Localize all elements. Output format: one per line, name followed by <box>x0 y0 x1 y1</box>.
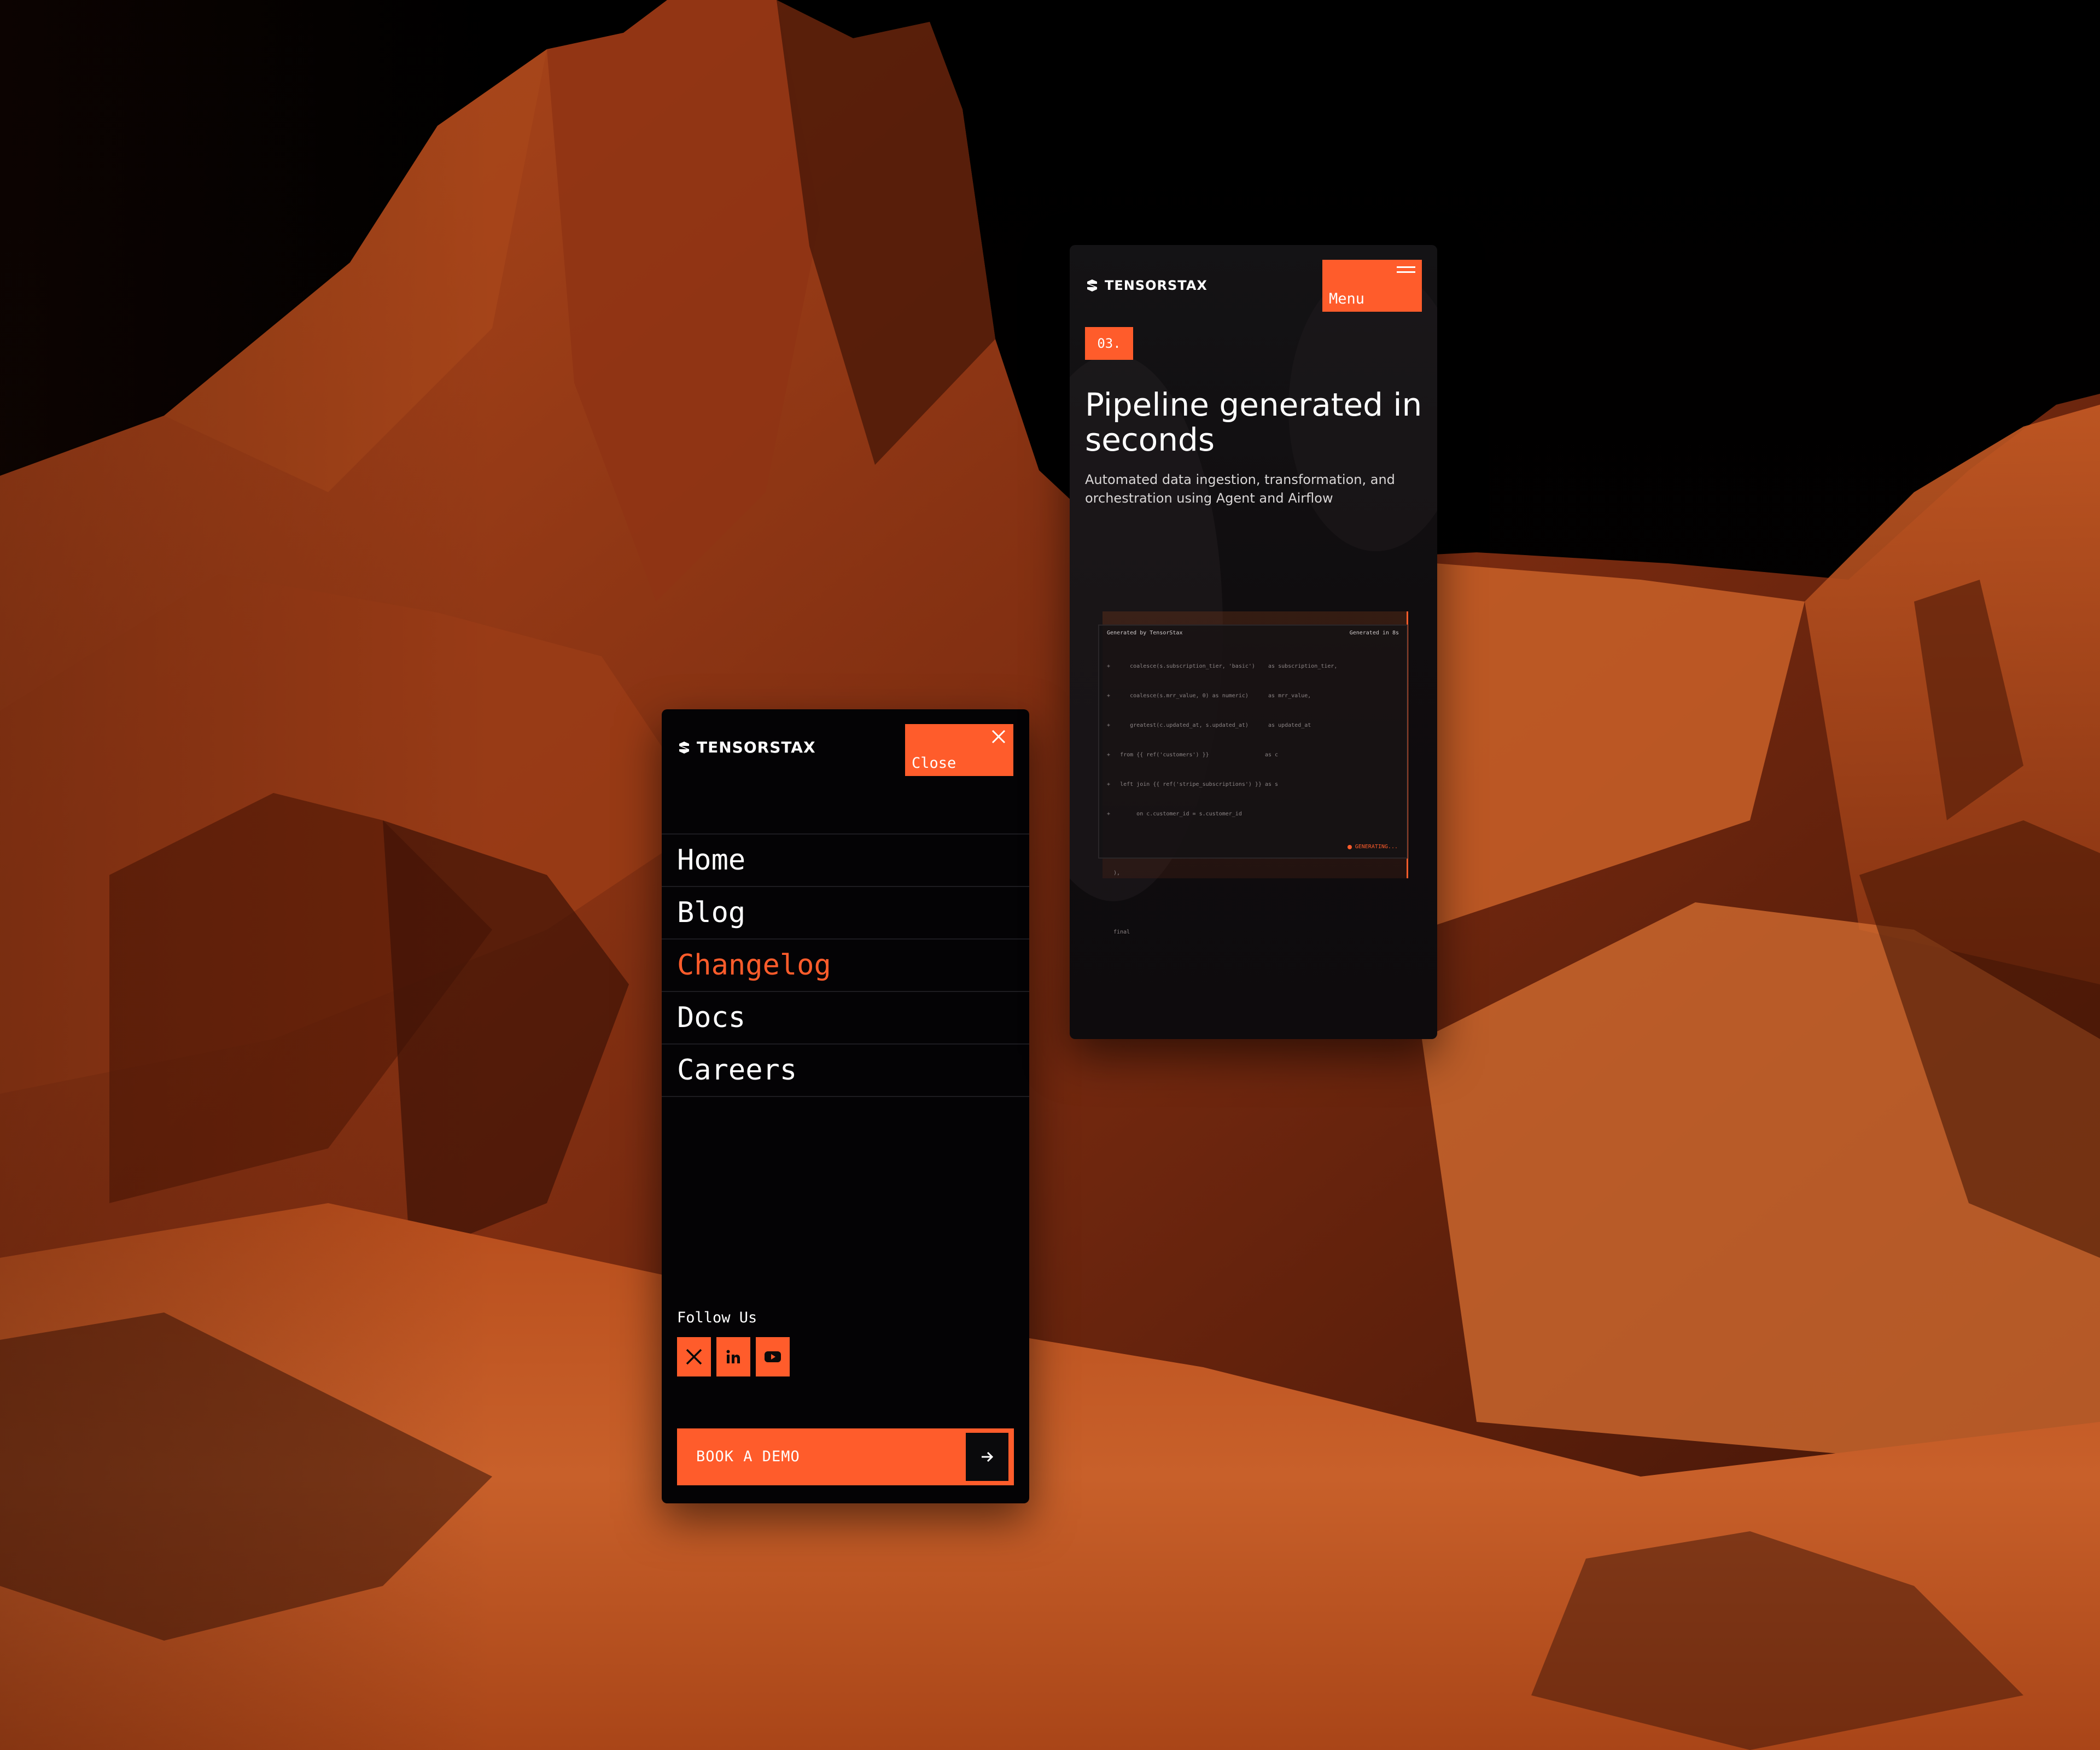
code-card-duration: Generated in 8s <box>1349 630 1399 636</box>
close-icon <box>991 730 1006 744</box>
nav-item-changelog[interactable]: Changelog <box>662 940 1029 992</box>
code-line: + left join {{ ref('stripe_subscriptions… <box>1107 781 1279 788</box>
code-line: + greatest(c.updated_at, s.updated_at) a… <box>1107 722 1311 728</box>
open-menu-button[interactable]: Menu <box>1322 260 1422 312</box>
code-line: + on c.customer_id = s.customer_id <box>1107 811 1242 817</box>
nav-item-home[interactable]: Home <box>662 835 1029 887</box>
status-dot-icon <box>1347 844 1352 849</box>
close-label: Close <box>912 755 956 772</box>
linkedin-icon <box>726 1350 740 1363</box>
hero-subtitle: Automated data ingestion, transformation… <box>1085 472 1395 506</box>
code-line: + coalesce(s.mrr_value, 0) as numeric) a… <box>1107 693 1311 699</box>
nav-item-blog[interactable]: Blog <box>662 887 1029 940</box>
nav-item-docs[interactable]: Docs <box>662 992 1029 1045</box>
menu-label: Menu <box>1329 290 1365 307</box>
code-line: final <box>1107 929 1130 935</box>
linkedin-social-button[interactable] <box>716 1337 750 1376</box>
brand-name: TENSORSTAX <box>697 738 816 756</box>
hero-title: Pipeline generated in seconds <box>1085 386 1422 458</box>
nav-item-careers[interactable]: Careers <box>662 1045 1029 1097</box>
generating-status: GENERATING... <box>1347 844 1398 850</box>
brand-logo[interactable]: TENSORSTAX <box>677 738 816 756</box>
code-line: + from {{ ref('customers') }} as c <box>1107 752 1279 758</box>
code-lines: + coalesce(s.subscription_tier, 'basic')… <box>1107 642 1337 957</box>
code-preview-card: Generated by TensorStax Generated in 8s … <box>1098 625 1408 935</box>
brand-logo[interactable]: TENSORSTAX <box>1085 278 1208 293</box>
tensorstax-logo-icon <box>679 741 689 754</box>
mobile-hero-screen: TENSORSTAX Menu 03. Pipeline generated i… <box>1070 245 1437 1039</box>
follow-us-label: Follow Us <box>677 1309 757 1326</box>
x-social-button[interactable] <box>677 1337 711 1376</box>
hamburger-icon <box>1397 266 1415 276</box>
youtube-icon <box>765 1351 781 1362</box>
social-links <box>677 1337 790 1376</box>
generating-label: GENERATING... <box>1355 844 1398 850</box>
step-badge: 03. <box>1085 327 1133 360</box>
brand-name: TENSORSTAX <box>1105 278 1208 293</box>
code-card-title: Generated by TensorStax <box>1107 630 1183 636</box>
mobile-menu-screen: TENSORSTAX Close Home Blog Changelog Doc… <box>662 709 1029 1503</box>
youtube-social-button[interactable] <box>756 1337 790 1376</box>
book-demo-label: BOOK A DEMO <box>696 1448 800 1465</box>
code-card-header: Generated by TensorStax Generated in 8s <box>1107 630 1399 636</box>
tensorstax-logo-icon <box>1087 279 1097 291</box>
mars-landscape-background <box>0 0 2100 1750</box>
mobile-nav: Home Blog Changelog Docs Careers <box>662 833 1029 1097</box>
code-line: + coalesce(s.subscription_tier, 'basic')… <box>1107 663 1338 669</box>
book-demo-button[interactable]: BOOK A DEMO <box>677 1428 1014 1485</box>
code-line: ), <box>1107 870 1121 876</box>
close-menu-button[interactable]: Close <box>905 724 1013 776</box>
arrow-right-icon <box>966 1433 1008 1481</box>
x-icon <box>686 1349 702 1365</box>
